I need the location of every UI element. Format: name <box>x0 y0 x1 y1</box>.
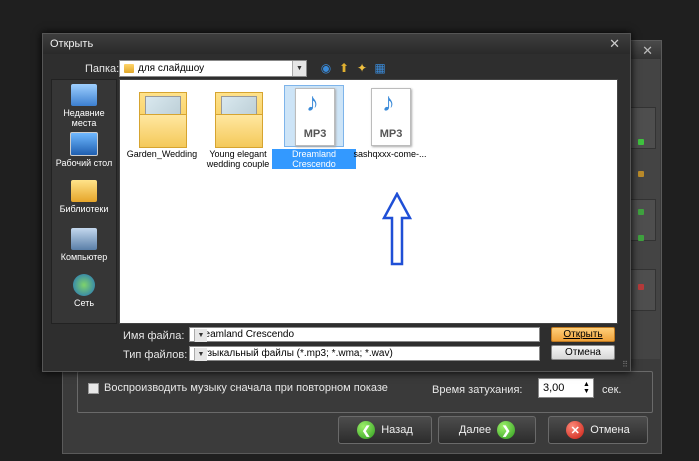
red-remove-icon[interactable] <box>638 284 644 290</box>
filename-label: Имя файла: <box>123 330 185 342</box>
cancel-x-icon: ✕ <box>566 421 585 439</box>
place-recent[interactable]: Недавние места <box>52 84 116 128</box>
filename-input[interactable]: Dreamland Crescendo ▼ <box>189 327 540 342</box>
desktop-icon <box>70 132 98 156</box>
network-icon <box>73 274 95 296</box>
background-close-icon[interactable]: ✕ <box>642 43 653 59</box>
fade-time-unit: сек. <box>602 384 622 396</box>
fade-time-input[interactable]: 3,00 ▲ ▼ <box>538 378 594 398</box>
dialog-title: Открыть <box>50 38 94 50</box>
place-label: Недавние места <box>63 108 105 128</box>
fade-time-label: Время затухания: <box>432 384 523 396</box>
chevron-down-icon[interactable]: ▼ <box>292 61 306 76</box>
place-network[interactable]: Сеть <box>52 274 116 308</box>
file-name: Young elegant wedding couple <box>206 149 270 169</box>
file-item[interactable]: ♪ MP3 sashqxxx-come-... <box>348 86 432 159</box>
mp3-file-icon: ♪ MP3 <box>284 85 344 147</box>
cancel-wizard-label: Отмена <box>590 424 630 436</box>
place-desktop[interactable]: Рабочий стол <box>52 132 116 168</box>
cancel-button[interactable]: Отмена <box>551 345 615 360</box>
file-name: Garden_Wedding <box>126 149 198 159</box>
file-list: Garden_Wedding Young elegant wedding cou… <box>119 79 618 324</box>
green-arrow-icon[interactable] <box>638 235 644 241</box>
chevron-down-icon[interactable]: ▼ <box>194 348 207 361</box>
back-arrow-icon: ❮ <box>357 421 376 439</box>
back-button-label: Назад <box>381 424 413 436</box>
yellow-indicator-icon <box>638 171 644 177</box>
folder-label: Папка: <box>85 63 120 75</box>
cancel-wizard-button[interactable]: ✕ Отмена <box>548 416 648 444</box>
dialog-titlebar: Открыть ✕ <box>43 34 630 54</box>
mp3-file-icon: ♪ MP3 <box>361 86 419 146</box>
folder-value: для слайдшоу <box>138 63 205 74</box>
dialog-close-icon[interactable]: ✕ <box>609 36 620 52</box>
place-label: Библиотеки <box>59 204 109 214</box>
file-item[interactable]: Garden_Wedding <box>120 86 204 159</box>
fade-time-value: 3,00 <box>543 382 565 394</box>
libraries-icon <box>71 180 97 202</box>
back-button[interactable]: ❮ Назад <box>338 416 432 444</box>
folder-icon <box>133 86 191 148</box>
place-label: Компьютер <box>60 252 108 262</box>
toolbar-strip <box>628 269 656 311</box>
folder-icon <box>124 64 134 73</box>
file-item-selected[interactable]: ♪ MP3 Dreamland Crescendo <box>272 85 356 169</box>
place-computer[interactable]: Компьютер <box>52 228 116 262</box>
filetype-label: Тип файлов: <box>123 349 188 361</box>
next-button-label: Далее <box>458 424 492 436</box>
chevron-down-icon[interactable]: ▼ <box>194 329 207 342</box>
file-item[interactable]: Young elegant wedding couple <box>196 86 280 169</box>
file-name: sashqxxx-come-... <box>353 149 427 159</box>
annotation-arrow-icon <box>382 192 412 266</box>
repeat-music-label: Воспроизводить музыку сначала при повтор… <box>104 382 388 394</box>
up-folder-icon[interactable]: ⬆ <box>337 61 351 75</box>
spinner-icon[interactable]: ▲ ▼ <box>583 381 591 395</box>
next-button[interactable]: Далее ❯ <box>438 416 536 444</box>
place-label: Сеть <box>73 298 95 308</box>
green-arrow-icon[interactable] <box>638 209 644 215</box>
file-name: Dreamland Crescendo <box>272 149 356 169</box>
folder-icon <box>209 86 267 148</box>
place-label: Рабочий стол <box>55 158 113 168</box>
open-button[interactable]: Открыть <box>551 327 615 342</box>
computer-icon <box>71 228 97 250</box>
open-file-dialog: Открыть ✕ Папка: для слайдшоу ▼ ◉ ⬆ ✦ ▦ … <box>42 33 631 372</box>
resize-grip-icon[interactable]: ⠿ <box>622 360 628 369</box>
filetype-value: Музыкальный файлы (*.mp3; *.wma; *.wav) <box>194 348 393 359</box>
next-arrow-icon: ❯ <box>497 421 516 439</box>
back-nav-icon[interactable]: ◉ <box>319 61 333 75</box>
green-indicator-icon <box>638 139 644 145</box>
repeat-music-option[interactable]: Воспроизводить музыку сначала при повтор… <box>88 382 388 394</box>
filetype-select[interactable]: Музыкальный файлы (*.mp3; *.wma; *.wav) … <box>189 346 540 361</box>
recent-places-icon <box>71 84 97 106</box>
places-bar: Недавние места Рабочий стол Библиотеки К… <box>51 79 117 324</box>
repeat-music-checkbox[interactable] <box>88 382 99 394</box>
view-menu-icon[interactable]: ▦ <box>373 61 387 75</box>
folder-select[interactable]: для слайдшоу ▼ <box>119 60 307 77</box>
new-folder-icon[interactable]: ✦ <box>355 61 369 75</box>
filename-value: Dreamland Crescendo <box>194 329 295 340</box>
place-libraries[interactable]: Библиотеки <box>52 180 116 214</box>
